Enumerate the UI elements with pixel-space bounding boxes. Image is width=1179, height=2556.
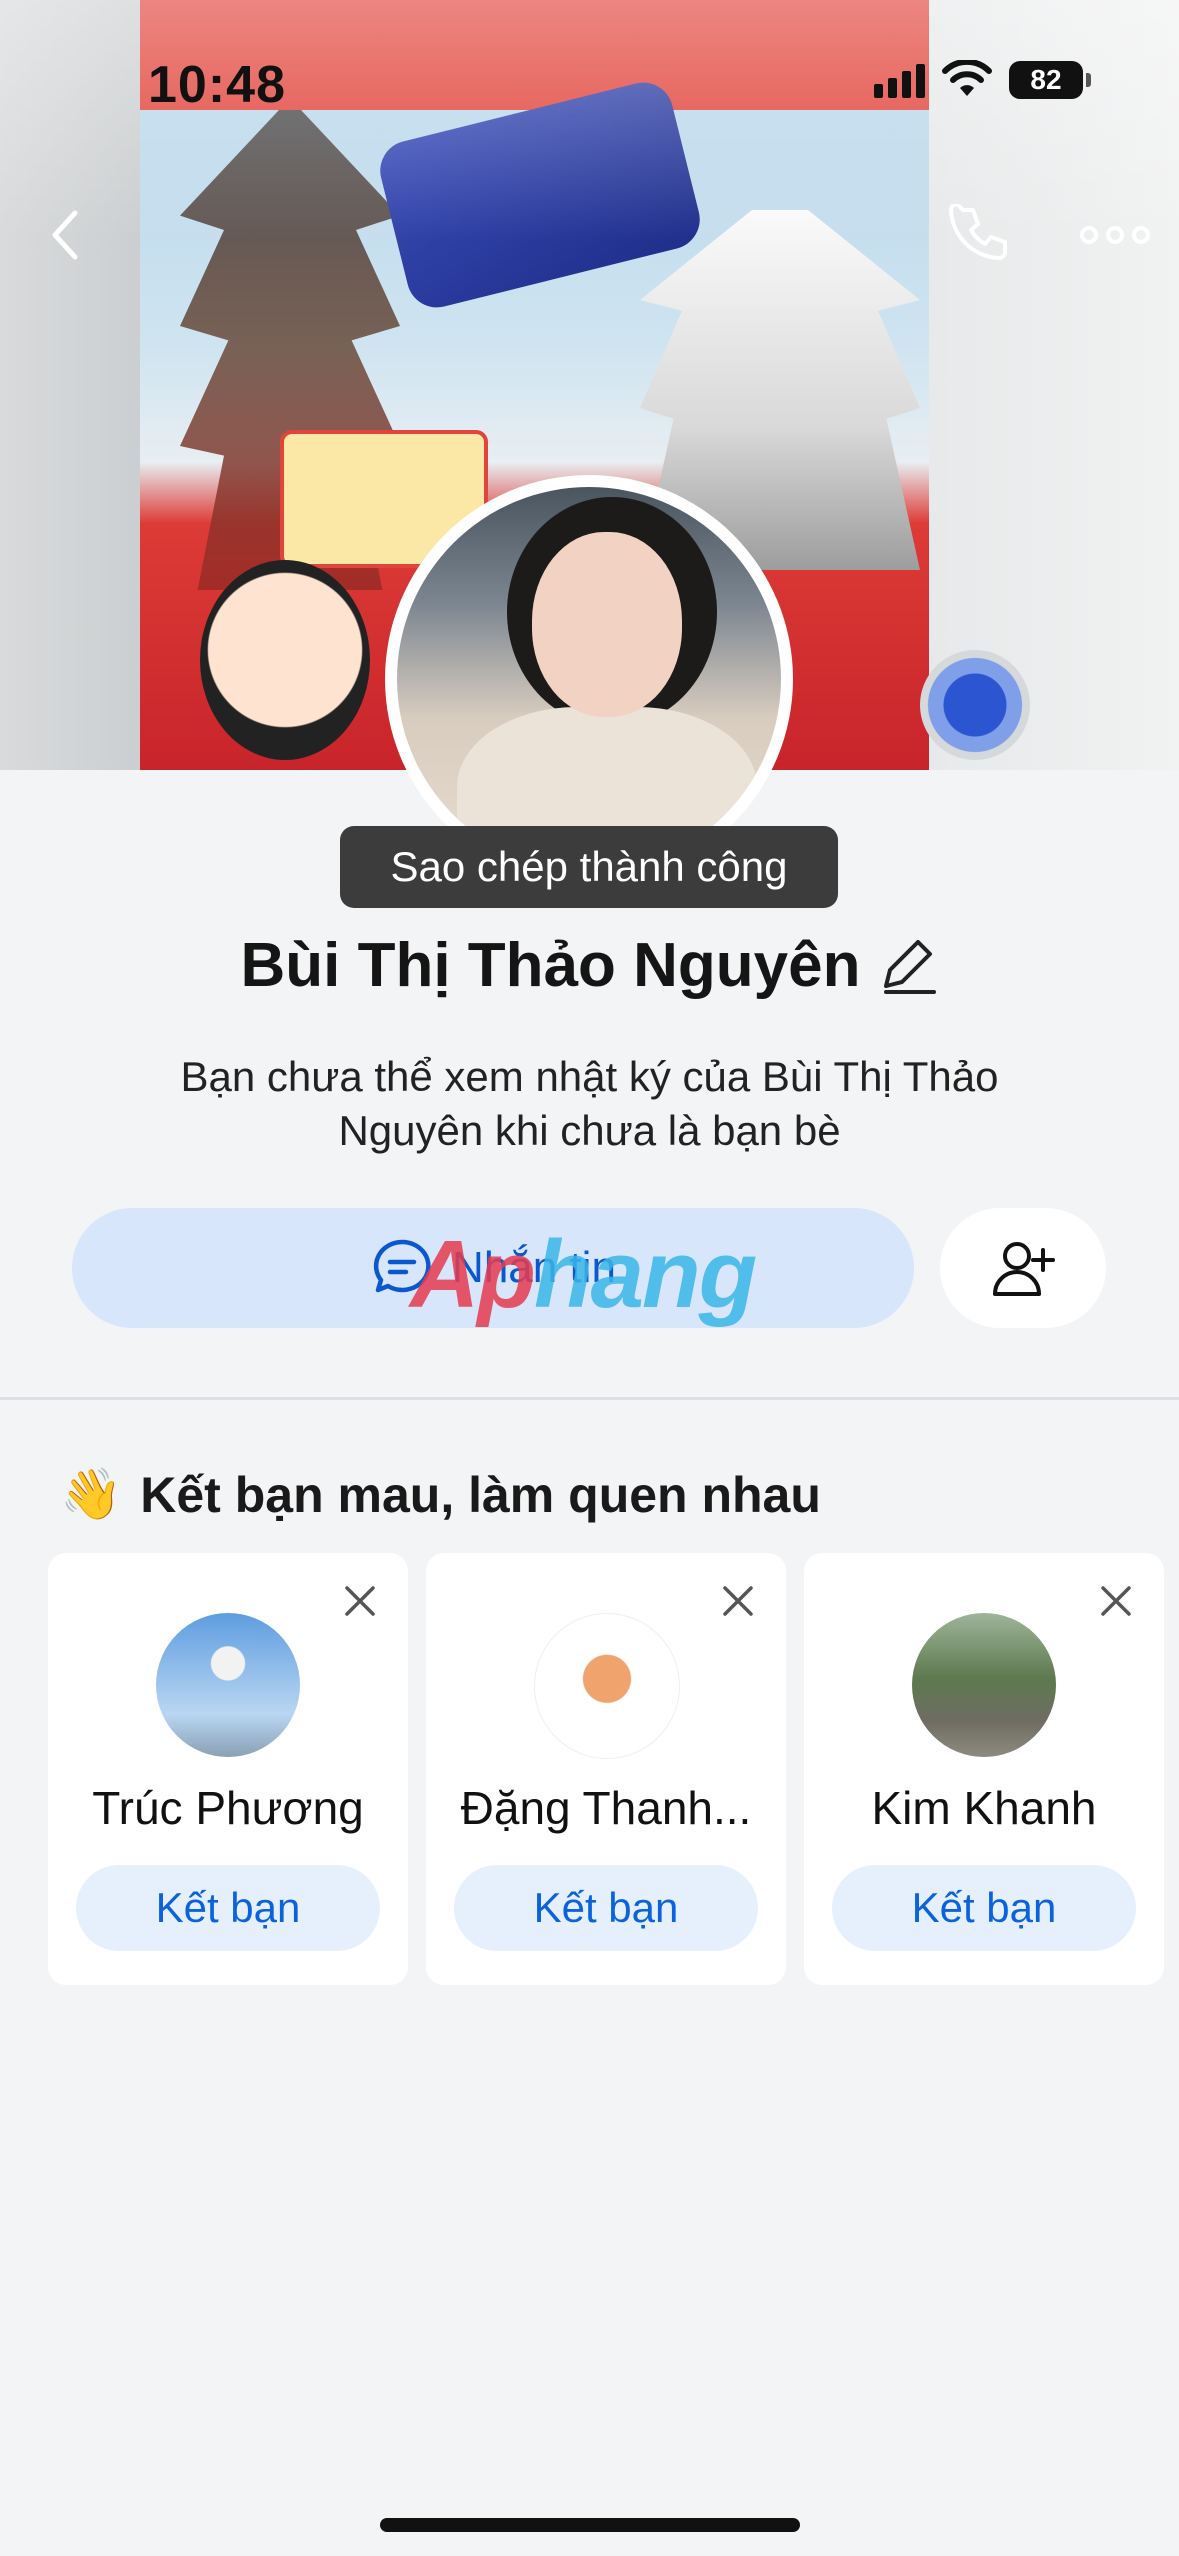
privacy-note: Bạn chưa thể xem nhật ký của Bùi Thị Thả… bbox=[180, 1053, 999, 1154]
add-friend-button[interactable]: Kết bạn bbox=[832, 1865, 1136, 1951]
chat-bubble-icon bbox=[373, 1239, 431, 1293]
message-button-label: Nhắn tin bbox=[452, 1243, 616, 1292]
back-button[interactable] bbox=[30, 200, 100, 270]
suggestion-avatar[interactable] bbox=[912, 1613, 1056, 1757]
status-icons: 82 bbox=[874, 60, 1091, 100]
call-button[interactable] bbox=[945, 200, 1015, 270]
add-user-icon bbox=[993, 1242, 1055, 1296]
add-friend-button[interactable]: Kết bạn bbox=[454, 1865, 758, 1951]
copy-success-toast: Sao chép thành công bbox=[340, 826, 838, 908]
waving-hand-icon: 👋 bbox=[60, 1466, 123, 1522]
suggestion-avatar[interactable] bbox=[534, 1613, 680, 1759]
status-time: 10:48 bbox=[148, 56, 286, 114]
suggestions-title: 👋 Kết bạn mau, làm quen nhau bbox=[60, 1465, 821, 1524]
suggestion-card[interactable]: Trúc Phương Kết bạn bbox=[48, 1553, 408, 1985]
cover-blue-circle bbox=[920, 650, 1030, 760]
add-friend-button[interactable]: Kết bạn bbox=[76, 1865, 380, 1951]
suggestion-list: Trúc Phương Kết bạn Đặng Thanh... Kết bạ… bbox=[48, 1553, 1164, 1985]
close-icon bbox=[1101, 1586, 1131, 1616]
close-icon bbox=[345, 1586, 375, 1616]
add-friend-button[interactable] bbox=[940, 1208, 1106, 1328]
profile-name-row: Bùi Thị Thảo Nguyên bbox=[0, 930, 1179, 1001]
profile-name: Bùi Thị Thảo Nguyên bbox=[240, 931, 861, 1000]
profile-avatar[interactable] bbox=[385, 475, 793, 883]
chevron-left-icon bbox=[52, 210, 78, 260]
dismiss-button[interactable] bbox=[338, 1579, 382, 1623]
suggestion-name: Đặng Thanh... bbox=[460, 1782, 752, 1834]
more-dots-icon bbox=[1080, 226, 1150, 244]
dismiss-button[interactable] bbox=[716, 1579, 760, 1623]
battery-icon: 82 bbox=[1009, 61, 1091, 99]
suggestion-name: Kim Khanh bbox=[871, 1782, 1097, 1834]
suggestion-name: Trúc Phương bbox=[92, 1782, 364, 1834]
message-button[interactable]: Nhắn tin bbox=[72, 1208, 914, 1328]
suggestion-card[interactable]: Đặng Thanh... Kết bạn bbox=[426, 1553, 786, 1985]
home-indicator[interactable] bbox=[380, 2518, 800, 2532]
section-divider bbox=[0, 1397, 1179, 1400]
close-icon bbox=[723, 1586, 753, 1616]
avatar-photo bbox=[397, 487, 781, 871]
more-options-button[interactable] bbox=[1075, 210, 1155, 260]
wifi-icon bbox=[942, 60, 992, 96]
suggestion-avatar[interactable] bbox=[156, 1613, 300, 1757]
suggestion-card[interactable]: Kim Khanh Kết bạn bbox=[804, 1553, 1164, 1985]
cellular-signal-icon bbox=[874, 62, 925, 98]
avatar-face bbox=[532, 532, 682, 717]
phone-icon bbox=[949, 204, 1007, 260]
cover-mascot bbox=[200, 560, 370, 760]
edit-pencil-icon[interactable] bbox=[882, 936, 938, 996]
dismiss-button[interactable] bbox=[1094, 1579, 1138, 1623]
suggestions-title-text: Kết bạn mau, làm quen nhau bbox=[140, 1466, 821, 1523]
